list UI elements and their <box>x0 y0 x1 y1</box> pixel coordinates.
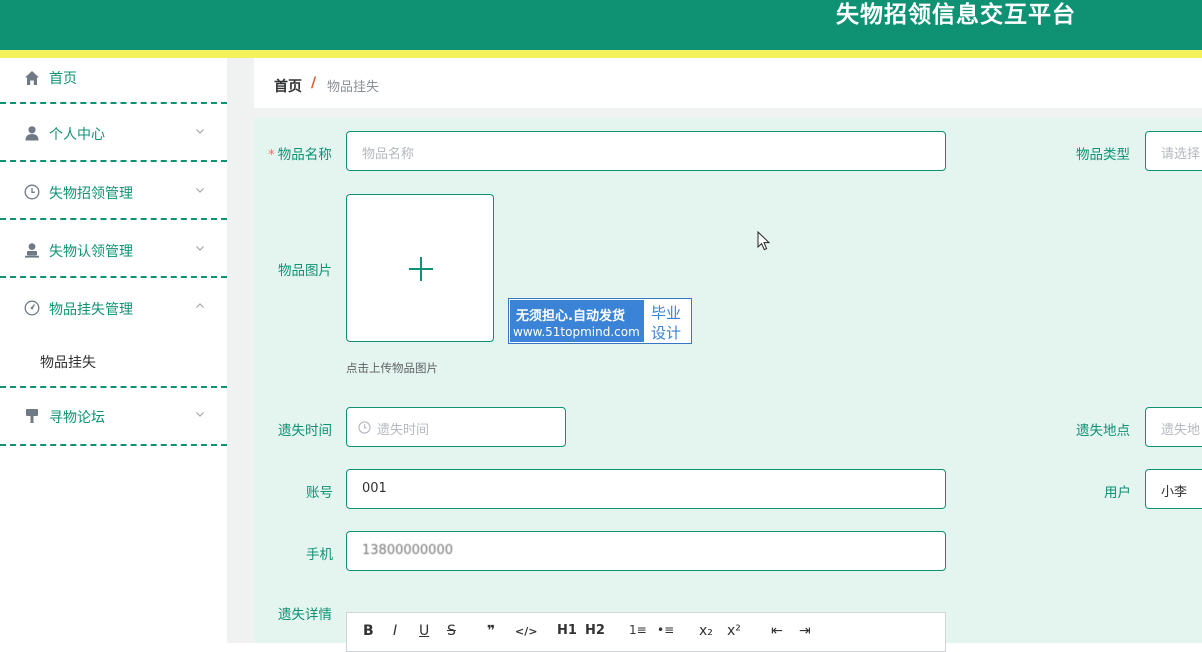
watermark-line1: 无须担心.自动发货 <box>516 309 625 324</box>
bold-button[interactable]: B <box>363 623 374 639</box>
details-label: 遗失详情 <box>278 607 332 623</box>
sidebar-item-label: 个人中心 <box>49 127 105 143</box>
item-name-label-text: 物品名称 <box>277 147 332 163</box>
mouse-cursor-icon <box>757 231 771 251</box>
watermark-right2: 设计 <box>651 324 682 342</box>
breadcrumb: 首页 / 物品挂失 <box>254 58 1202 108</box>
rich-text-editor-toolbar: B I U S ❞ </> H1 H2 1≡ •≡ x₂ x² ⇤ ⇥ <box>346 612 946 652</box>
gauge-icon <box>24 300 40 316</box>
content-gap <box>254 108 1202 118</box>
chevron-down-icon <box>196 129 204 134</box>
sidebar-item-home[interactable]: 首页 <box>0 58 227 104</box>
watermark-badge: 无须担心.自动发货 www.51topmind.com 毕业 设计 <box>508 298 692 344</box>
chevron-up-icon <box>196 303 204 308</box>
item-type-select[interactable]: 请选择 <box>1145 131 1202 171</box>
account-input[interactable]: 001 <box>346 469 946 509</box>
lost-place-input[interactable]: 遗失地 <box>1145 407 1202 447</box>
lost-time-label: 遗失时间 <box>278 423 332 439</box>
clock-icon <box>358 421 371 434</box>
app-title: 失物招领信息交互平台 <box>836 2 1076 28</box>
phone-label: 手机 <box>306 547 333 563</box>
sidebar-item-label: 寻物论坛 <box>49 410 105 426</box>
image-upload-button[interactable] <box>346 194 494 342</box>
breadcrumb-home[interactable]: 首页 <box>274 76 302 96</box>
clock-icon <box>24 184 40 200</box>
item-name-input[interactable]: 物品名称 <box>346 131 946 171</box>
outdent-button[interactable]: ⇤ <box>771 623 783 639</box>
chevron-down-icon <box>196 246 204 251</box>
watermark-left-panel: 无须担心.自动发货 www.51topmind.com <box>510 300 644 342</box>
user-value: 小李 <box>1161 485 1188 500</box>
sidebar-item-lost-found-mgmt[interactable]: 失物招领管理 <box>0 162 227 220</box>
lost-place-placeholder: 遗失地 <box>1161 423 1201 438</box>
phone-value: 13800000000 <box>362 543 453 558</box>
top-header-bar: 失物招领信息交互平台 <box>0 0 1202 50</box>
item-type-placeholder: 请选择 <box>1161 147 1201 162</box>
lost-time-picker[interactable]: 遗失时间 <box>346 407 566 447</box>
item-name-placeholder: 物品名称 <box>362 147 415 162</box>
watermark-right1: 毕业 <box>651 304 682 322</box>
header2-button[interactable]: H2 <box>585 623 605 638</box>
bullet-list-button[interactable]: •≡ <box>657 623 674 637</box>
superscript-button[interactable]: x² <box>727 623 741 639</box>
strike-button[interactable]: S <box>447 623 456 639</box>
sidebar-item-search-forum[interactable]: 寻物论坛 <box>0 388 227 446</box>
item-type-label: 物品类型 <box>1076 147 1130 163</box>
lost-time-placeholder: 遗失时间 <box>377 423 430 438</box>
upload-tip: 点击上传物品图片 <box>346 361 438 375</box>
italic-button[interactable]: I <box>393 623 397 639</box>
chevron-down-icon <box>196 188 204 193</box>
sidebar-item-personal-center[interactable]: 个人中心 <box>0 104 227 162</box>
lost-place-label: 遗失地点 <box>1076 423 1130 439</box>
code-block-button[interactable]: </> <box>515 625 537 638</box>
sidebar-item-label: 物品挂失管理 <box>49 302 133 318</box>
sidebar-item-label: 失物认领管理 <box>49 244 133 260</box>
sidebar-item-claim-mgmt[interactable]: 失物认领管理 <box>0 220 227 278</box>
blockquote-button[interactable]: ❞ <box>487 623 495 639</box>
sidebar-subitem-loss-report[interactable]: 物品挂失 <box>40 352 96 372</box>
required-mark: * <box>268 147 275 163</box>
chevron-down-icon <box>196 412 204 417</box>
user-input[interactable]: 小李 <box>1145 469 1202 509</box>
subscript-button[interactable]: x₂ <box>699 623 713 639</box>
user-icon <box>25 126 39 141</box>
phone-input[interactable]: 13800000000 <box>346 531 946 571</box>
item-image-label: 物品图片 <box>278 263 332 279</box>
breadcrumb-separator: / <box>311 75 317 91</box>
sidebar-item-label: 失物招领管理 <box>49 186 133 202</box>
user-label: 用户 <box>1104 485 1131 501</box>
header1-button[interactable]: H1 <box>557 623 577 638</box>
account-label: 账号 <box>306 485 333 501</box>
person-stamp-icon <box>25 243 39 258</box>
ordered-list-button[interactable]: 1≡ <box>629 623 647 637</box>
account-value: 001 <box>362 481 387 496</box>
sidebar-item-label: 首页 <box>49 71 77 87</box>
sidebar: 首页 个人中心 失物招领管理 失物认领管理 物品挂失管理 物品挂失 寻物论坛 <box>0 58 227 643</box>
watermark-line2: www.51topmind.com <box>513 325 640 339</box>
sidebar-item-loss-report-mgmt[interactable]: 物品挂失管理 <box>0 278 227 388</box>
header-accent-stripe <box>0 50 1202 58</box>
home-icon <box>25 71 39 85</box>
sidebar-gutter <box>227 58 254 643</box>
item-name-label: * 物品名称 <box>268 143 332 163</box>
breadcrumb-current: 物品挂失 <box>327 80 380 95</box>
plus-icon <box>409 257 433 281</box>
underline-button[interactable]: U <box>419 623 429 639</box>
brush-icon <box>26 409 38 423</box>
indent-button[interactable]: ⇥ <box>799 623 811 639</box>
